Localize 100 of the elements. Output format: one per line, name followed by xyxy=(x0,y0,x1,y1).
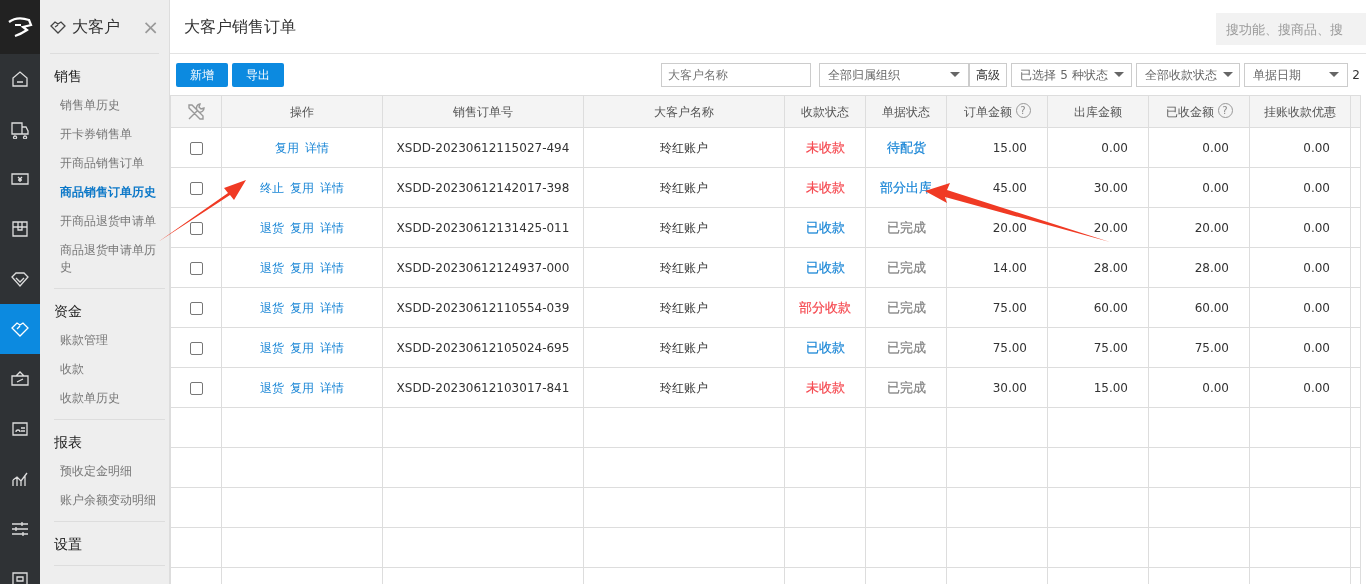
payment-status: 未收款 xyxy=(805,379,845,395)
sidebar-link[interactable]: 账户余额变动明细 xyxy=(54,486,165,515)
table-cell: XSDD-20230612105024-695 xyxy=(382,327,584,368)
table-cell: XSDD-20230612131425-011 xyxy=(382,207,584,248)
table-cell: 玲红账户 xyxy=(583,167,785,208)
column-header: 销售订单号 xyxy=(382,95,584,128)
action-link[interactable]: 退货 xyxy=(260,220,284,235)
table-cell: 0.00 xyxy=(1249,247,1351,288)
table-cell: 0.00 xyxy=(1249,367,1351,408)
sidebar-link[interactable]: 销售单历史 xyxy=(54,91,165,120)
toolbar-button[interactable]: 导出 xyxy=(232,62,284,87)
column-header: 已收金额 xyxy=(1165,104,1214,119)
column-header: 大客户名称 xyxy=(583,95,785,128)
payment-status: 已收款 xyxy=(805,219,845,235)
sidebar-link[interactable]: 收款 xyxy=(54,355,165,384)
action-link[interactable]: 复用 xyxy=(290,340,314,355)
order-status: 已完成 xyxy=(886,259,926,275)
sidebar-link[interactable]: 收款单历史 xyxy=(54,384,165,413)
table-cell: XSDD-20230612103017-841 xyxy=(382,367,584,408)
advanced-button[interactable]: 高级 xyxy=(969,62,1008,87)
table-cell: 28.00 xyxy=(1148,247,1250,288)
order-status: 部分出库 xyxy=(880,179,932,195)
row-checkbox[interactable] xyxy=(189,141,203,155)
action-link[interactable]: 终止 xyxy=(260,180,284,195)
action-link[interactable]: 复用 xyxy=(290,220,314,235)
table-cell: 0.00 xyxy=(1148,367,1250,408)
action-link[interactable]: 复用 xyxy=(290,260,314,275)
action-link[interactable]: 复用 xyxy=(290,180,314,195)
table-cell: 0.00 xyxy=(1047,127,1149,168)
name-field[interactable]: 大客户名称 xyxy=(661,62,812,87)
row-checkbox[interactable] xyxy=(189,261,203,275)
row-checkbox[interactable] xyxy=(189,381,203,395)
table-cell: 0.00 xyxy=(1148,127,1250,168)
table-cell: 15.00 xyxy=(1047,367,1149,408)
table-cell: 28.00 xyxy=(1047,247,1149,288)
action-link[interactable]: 详情 xyxy=(320,340,344,355)
table-cell: 30.00 xyxy=(1047,167,1149,208)
card-icon xyxy=(10,569,30,584)
section-heading: 资金 xyxy=(54,302,83,321)
table-cell: 玲红账户 xyxy=(583,367,785,408)
table-cell: 玲红账户 xyxy=(583,127,785,168)
tools-icon[interactable] xyxy=(186,101,206,122)
table-cell: XSDD-20230612124937-000 xyxy=(382,247,584,288)
table-cell: 75.00 xyxy=(1047,327,1149,368)
table-cell: 75.00 xyxy=(946,287,1048,328)
cut-text: 2 xyxy=(1352,66,1360,84)
select-field[interactable]: 单据日期 xyxy=(1244,62,1349,87)
id-card-icon xyxy=(10,419,30,439)
table-cell: 60.00 xyxy=(1047,287,1149,328)
logo-icon xyxy=(7,16,33,38)
sidebar-link[interactable]: 开商品退货申请单 xyxy=(54,207,165,236)
order-status: 已完成 xyxy=(886,299,926,315)
select-field[interactable]: 已选择 5 种状态 xyxy=(1011,62,1133,87)
close-button[interactable]: × xyxy=(142,16,159,37)
table-cell: 玲红账户 xyxy=(583,207,785,248)
payment-status: 已收款 xyxy=(805,259,845,275)
table-cell: 15.00 xyxy=(946,127,1048,168)
table-cell: 0.00 xyxy=(1249,127,1351,168)
column-header: 订单金额 xyxy=(963,104,1012,119)
table-cell: 玲红账户 xyxy=(583,327,785,368)
column-header: 挂账收款优惠 xyxy=(1249,95,1351,128)
action-link[interactable]: 详情 xyxy=(320,380,344,395)
row-checkbox[interactable] xyxy=(189,341,203,355)
action-link[interactable]: 退货 xyxy=(260,260,284,275)
action-link[interactable]: 详情 xyxy=(320,180,344,195)
action-link[interactable]: 详情 xyxy=(320,300,344,315)
row-checkbox[interactable] xyxy=(189,181,203,195)
sidebar-link[interactable]: 开商品销售订单 xyxy=(54,149,165,178)
column-header: 收款状态 xyxy=(784,95,866,128)
action-link[interactable]: 复用 xyxy=(290,300,314,315)
column-header: 操作 xyxy=(221,95,383,128)
action-link[interactable]: 详情 xyxy=(320,260,344,275)
table-cell: 60.00 xyxy=(1148,287,1250,328)
action-link[interactable]: 复用 xyxy=(290,380,314,395)
sidebar-link[interactable]: 商品退货申请单历史 xyxy=(54,236,165,282)
select-field[interactable]: 全部归属组织 xyxy=(819,62,970,87)
table-cell: 20.00 xyxy=(1148,207,1250,248)
sidebar-link[interactable]: 账款管理 xyxy=(54,326,165,355)
order-status: 待配货 xyxy=(886,139,926,155)
table-cell: 0.00 xyxy=(1249,167,1351,208)
sidebar-link[interactable]: 开卡券销售单 xyxy=(54,120,165,149)
table-cell: 0.00 xyxy=(1249,207,1351,248)
action-link[interactable]: 退货 xyxy=(260,300,284,315)
action-link[interactable]: 复用 xyxy=(275,140,299,155)
table-cell: 0.00 xyxy=(1148,167,1250,208)
action-link[interactable]: 详情 xyxy=(305,140,329,155)
payment-status: 未收款 xyxy=(805,179,845,195)
row-checkbox[interactable] xyxy=(189,301,203,315)
action-link[interactable]: 退货 xyxy=(260,380,284,395)
sidebar-link[interactable]: 预收定金明细 xyxy=(54,457,165,486)
select-field[interactable]: 全部收款状态 xyxy=(1136,62,1241,87)
payment-status: 已收款 xyxy=(805,339,845,355)
search-field[interactable]: 搜功能、搜商品、搜 xyxy=(1216,13,1366,45)
action-link[interactable]: 详情 xyxy=(320,220,344,235)
action-link[interactable]: 退货 xyxy=(260,340,284,355)
row-checkbox[interactable] xyxy=(189,221,203,235)
toolbar-button[interactable]: 新增 xyxy=(176,62,228,87)
sidebar-link[interactable]: 商品销售订单历史 xyxy=(54,178,165,207)
table-cell: XSDD-20230612142017-398 xyxy=(382,167,584,208)
payment-status: 未收款 xyxy=(805,139,845,155)
